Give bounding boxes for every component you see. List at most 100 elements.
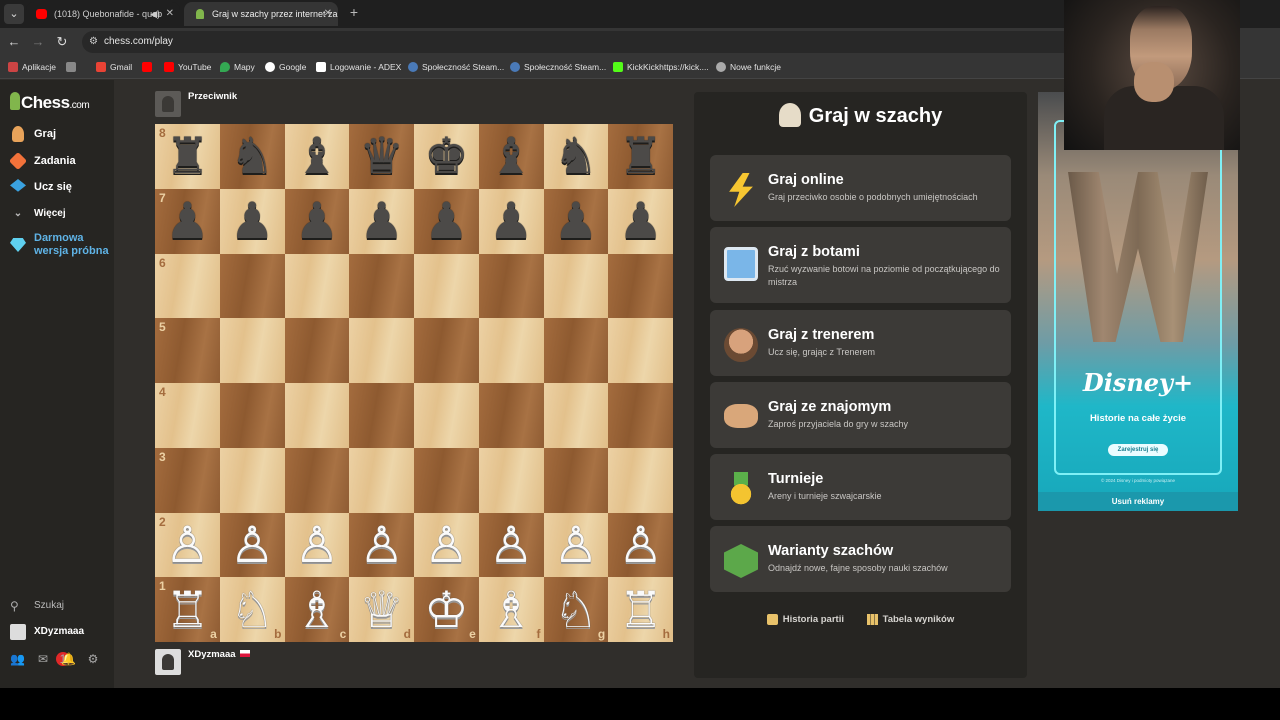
browser-tab-chess[interactable]: Graj w szachy przez internet za ✕ bbox=[184, 2, 338, 26]
black-piece[interactable]: ♛ bbox=[349, 124, 414, 189]
ad-signup-button[interactable]: Zarejestruj się bbox=[1108, 444, 1168, 456]
black-piece[interactable]: ♜ bbox=[155, 124, 220, 189]
square-h6[interactable] bbox=[608, 253, 673, 319]
square-f4[interactable] bbox=[478, 383, 544, 448]
square-c1[interactable]: c ♗ bbox=[284, 577, 350, 642]
white-piece[interactable]: ♗ bbox=[285, 577, 350, 642]
square-c2[interactable]: ♙ bbox=[284, 512, 350, 578]
square-e7[interactable]: ♟ bbox=[414, 188, 479, 254]
square-f8[interactable]: ♝ bbox=[478, 124, 544, 189]
sidebar-search[interactable]: ⚲ Szukaj bbox=[10, 598, 64, 614]
advertisement[interactable]: Disney+ Historie na całe życie Zarejestr… bbox=[1038, 92, 1238, 511]
square-b3[interactable] bbox=[219, 447, 285, 513]
square-d1[interactable]: d ♕ bbox=[349, 577, 414, 642]
square-f6[interactable] bbox=[478, 253, 544, 319]
address-bar[interactable]: ⚙ chess.com/play bbox=[82, 31, 1082, 53]
square-g4[interactable] bbox=[543, 383, 609, 448]
square-a6[interactable]: 6 bbox=[155, 253, 220, 319]
white-piece[interactable]: ♙ bbox=[220, 513, 285, 578]
chess-board[interactable]: 8 ♜ ♞ ♝ ♛ ♚ ♝ ♞ ♜ 7 ♟ ♟ ♟ ♟ ♟ ♟ ♟ ♟ 6 5 4 3 2 ♙ ♙ ♙ ♙ ♙ ♙ ♙ ♙ 1 a ♖ b ♘ c ♗ d ♕… bbox=[155, 124, 673, 642]
black-piece[interactable]: ♟ bbox=[155, 189, 220, 254]
square-g6[interactable] bbox=[543, 253, 609, 319]
square-e1[interactable]: e ♔ bbox=[414, 577, 479, 642]
square-c7[interactable]: ♟ bbox=[284, 188, 350, 254]
square-a8[interactable]: 8 ♜ bbox=[155, 124, 220, 189]
bookmark-steam-1[interactable]: Społeczność Steam... bbox=[408, 55, 504, 79]
square-e3[interactable] bbox=[414, 447, 479, 513]
site-settings-icon[interactable]: ⚙ bbox=[89, 31, 98, 53]
square-d5[interactable] bbox=[349, 318, 414, 383]
white-piece[interactable]: ♙ bbox=[155, 513, 220, 578]
bookmark-maps[interactable]: Mapy bbox=[220, 55, 255, 79]
black-piece[interactable]: ♟ bbox=[285, 189, 350, 254]
sidebar-item-more[interactable]: ⌄ Więcej bbox=[10, 204, 66, 224]
square-f1[interactable]: f ♗ bbox=[478, 577, 544, 642]
browser-tab-youtube[interactable]: (1018) Quebonafide - queb ◀) ✕ bbox=[26, 2, 180, 26]
square-b6[interactable] bbox=[219, 253, 285, 319]
square-f3[interactable] bbox=[478, 447, 544, 513]
bookmark-google[interactable]: Google bbox=[265, 55, 306, 79]
square-e6[interactable] bbox=[414, 253, 479, 319]
black-piece[interactable]: ♟ bbox=[414, 189, 479, 254]
square-b2[interactable]: ♙ bbox=[219, 512, 285, 578]
white-piece[interactable]: ♘ bbox=[220, 577, 285, 642]
player-name[interactable]: XDyzmaaa bbox=[188, 649, 250, 660]
square-c4[interactable] bbox=[284, 383, 350, 448]
bookmark-grid[interactable] bbox=[66, 55, 80, 79]
square-b8[interactable]: ♞ bbox=[219, 124, 285, 189]
option-play-friend[interactable]: Graj ze znajomym Zaproś przyjaciela do g… bbox=[710, 382, 1011, 448]
square-d2[interactable]: ♙ bbox=[349, 512, 414, 578]
square-g1[interactable]: g ♘ bbox=[543, 577, 609, 642]
sidebar-item-puzzles[interactable]: Zadania bbox=[8, 151, 76, 171]
square-h5[interactable] bbox=[608, 318, 673, 383]
square-f5[interactable] bbox=[478, 318, 544, 383]
square-a2[interactable]: 2 ♙ bbox=[155, 512, 220, 578]
bookmark-youtube[interactable]: YouTube bbox=[164, 55, 211, 79]
square-h3[interactable] bbox=[608, 447, 673, 513]
black-piece[interactable]: ♟ bbox=[608, 189, 673, 254]
tab-search-button[interactable]: ⌄ bbox=[4, 4, 24, 24]
sidebar-profile[interactable]: XDyzmaaa bbox=[10, 624, 84, 640]
white-piece[interactable]: ♘ bbox=[544, 577, 609, 642]
mail-icon[interactable]: ✉ bbox=[36, 652, 50, 666]
square-c3[interactable] bbox=[284, 447, 350, 513]
square-h2[interactable]: ♙ bbox=[608, 512, 673, 578]
white-piece[interactable]: ♗ bbox=[479, 577, 544, 642]
square-b1[interactable]: b ♘ bbox=[219, 577, 285, 642]
sidebar-item-play[interactable]: Graj bbox=[10, 124, 56, 144]
option-tournaments[interactable]: Turnieje Areny i turnieje szwajcarskie bbox=[710, 454, 1011, 520]
option-variants[interactable]: Warianty szachów Odnajdź nowe, fajne spo… bbox=[710, 526, 1011, 592]
square-g3[interactable] bbox=[543, 447, 609, 513]
player-avatar[interactable] bbox=[155, 649, 181, 675]
option-play-coach[interactable]: Graj z trenerem Ucz się, grając z Trener… bbox=[710, 310, 1011, 376]
square-e8[interactable]: ♚ bbox=[414, 124, 479, 189]
option-play-online[interactable]: Graj online Graj przeciwko osobie o podo… bbox=[710, 155, 1011, 221]
black-piece[interactable]: ♞ bbox=[544, 124, 609, 189]
bookmark-adex[interactable]: Logowanie - ADEX bbox=[316, 55, 401, 79]
square-g5[interactable] bbox=[543, 318, 609, 383]
white-piece[interactable]: ♙ bbox=[414, 513, 479, 578]
option-play-bots[interactable]: Graj z botami Rzuć wyzwanie botowi na po… bbox=[710, 227, 1011, 303]
leaderboard-link[interactable]: Tabela wyników bbox=[866, 614, 954, 625]
bookmark-apps[interactable]: Aplikacje bbox=[8, 55, 56, 79]
gear-icon[interactable]: ⚙ bbox=[86, 652, 100, 666]
bookmark-kick[interactable]: KickKickhttps://kick.... bbox=[613, 55, 709, 79]
bell-icon[interactable]: 🔔 bbox=[61, 652, 76, 666]
reload-icon[interactable]: ↻ bbox=[52, 32, 72, 52]
white-piece[interactable]: ♙ bbox=[285, 513, 350, 578]
white-piece[interactable]: ♙ bbox=[544, 513, 609, 578]
square-b4[interactable] bbox=[219, 383, 285, 448]
square-d3[interactable] bbox=[349, 447, 414, 513]
square-a4[interactable]: 4 bbox=[155, 383, 220, 448]
square-d4[interactable] bbox=[349, 383, 414, 448]
close-tab-icon[interactable]: ✕ bbox=[324, 2, 332, 26]
square-a7[interactable]: 7 ♟ bbox=[155, 188, 220, 254]
white-piece[interactable]: ♙ bbox=[608, 513, 673, 578]
square-e5[interactable] bbox=[414, 318, 479, 383]
bookmark-youtube-short[interactable] bbox=[142, 55, 156, 79]
black-piece[interactable]: ♚ bbox=[414, 124, 479, 189]
black-piece[interactable]: ♟ bbox=[544, 189, 609, 254]
black-piece[interactable]: ♟ bbox=[479, 189, 544, 254]
remove-ads-button[interactable]: Usuń reklamy bbox=[1038, 492, 1238, 511]
white-piece[interactable]: ♖ bbox=[155, 577, 220, 642]
